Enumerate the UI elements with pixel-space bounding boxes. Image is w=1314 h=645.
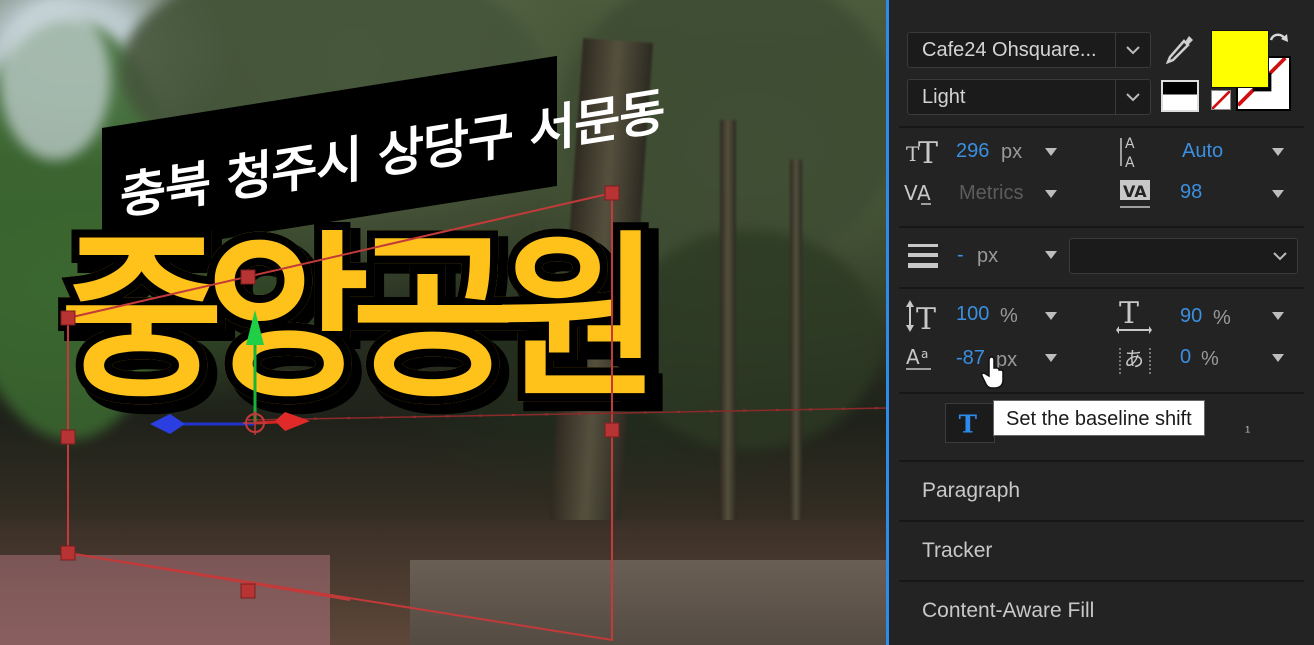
svg-text:A: A xyxy=(1125,136,1135,152)
composition-viewer[interactable]: 충북 청주시 상당구 서문동 중앙공원 중앙공원 xyxy=(0,0,886,645)
baseline-shift-tooltip: Set the baseline shift xyxy=(993,400,1205,436)
tsume-icon: あ xyxy=(1119,347,1151,374)
stroke-option-select[interactable] xyxy=(1069,238,1298,274)
font-size-value[interactable]: 296 xyxy=(956,140,989,163)
font-style-value: Light xyxy=(922,86,966,108)
stroke-width-dropdown-icon[interactable] xyxy=(1044,250,1058,260)
faux-bold-button[interactable]: T xyxy=(945,403,995,443)
paragraph-section-header[interactable]: Paragraph xyxy=(899,460,1304,518)
divider xyxy=(899,226,1304,228)
svg-text:あ: あ xyxy=(1124,347,1144,371)
edge-handle[interactable] xyxy=(240,269,256,285)
tracking-icon: VA xyxy=(1120,180,1150,208)
svg-text:T: T xyxy=(959,410,978,439)
bounding-box xyxy=(67,191,613,642)
tsume-value[interactable]: 0 xyxy=(1180,346,1191,369)
edge-handle[interactable] xyxy=(604,422,620,438)
divider xyxy=(899,392,1304,394)
tsume-unit: % xyxy=(1201,348,1219,370)
vertical-scale-icon: T xyxy=(906,300,936,334)
scrubby-hand-cursor-icon xyxy=(981,356,1004,389)
swap-colors-icon[interactable] xyxy=(1267,30,1291,54)
tracking-value[interactable]: 98 xyxy=(1180,181,1202,204)
stroke-width-icon xyxy=(908,244,938,268)
horizontal-scale-unit: % xyxy=(1213,307,1231,329)
svg-text:T: T xyxy=(918,136,938,169)
divider xyxy=(899,287,1304,289)
baseline-shift-dropdown-icon[interactable] xyxy=(1044,353,1058,363)
stroke-width-value[interactable]: - xyxy=(957,244,964,267)
kerning-icon: V A xyxy=(904,181,931,205)
z-axis-arrow-icon[interactable] xyxy=(150,414,185,434)
content-aware-fill-section-header[interactable]: Content-Aware Fill xyxy=(899,580,1304,638)
transform-overlay[interactable] xyxy=(0,0,886,645)
font-family-select[interactable]: Cafe24 Ohsquare... xyxy=(907,32,1151,68)
tracking-dropdown-icon[interactable] xyxy=(1271,189,1285,199)
font-style-select[interactable]: Light xyxy=(907,79,1151,115)
svg-text:A: A xyxy=(917,181,931,205)
svg-text:a: a xyxy=(921,347,928,361)
horizontal-scale-icon: T xyxy=(1116,298,1152,334)
y-axis-arrow-icon[interactable] xyxy=(246,310,264,345)
edge-handle[interactable] xyxy=(240,583,256,599)
font-size-icon: T T xyxy=(906,136,938,169)
faux-bold-icon: T xyxy=(959,410,978,439)
leading-icon: A A xyxy=(1120,136,1135,170)
leading-dropdown-icon[interactable] xyxy=(1271,147,1285,157)
chevron-down-icon[interactable] xyxy=(1115,80,1150,114)
fill-color-swatch[interactable] xyxy=(1211,30,1269,88)
no-fill-icon[interactable] xyxy=(1211,90,1231,110)
corner-handle[interactable] xyxy=(604,185,620,201)
edge-handle[interactable] xyxy=(60,429,76,445)
corner-handle[interactable] xyxy=(60,310,76,326)
motion-path-line xyxy=(247,407,886,421)
baseline-shift-icon: A a xyxy=(906,345,931,370)
horizontal-scale-dropdown-icon[interactable] xyxy=(1271,311,1285,321)
vertical-scale-value[interactable]: 100 xyxy=(956,303,989,326)
chevron-down-icon[interactable] xyxy=(1263,239,1297,273)
svg-text:T: T xyxy=(916,302,936,334)
character-panel: Cafe24 Ohsquare... Light T T 296 px A A … xyxy=(889,0,1314,645)
corner-handle[interactable] xyxy=(60,545,76,561)
subscript-icon[interactable]: ₁ xyxy=(1245,418,1250,436)
stroke-width-unit: px xyxy=(977,245,999,267)
eyedropper-icon[interactable] xyxy=(1161,30,1199,68)
x-axis-arrow-icon[interactable] xyxy=(275,412,310,431)
kerning-dropdown-icon[interactable] xyxy=(1044,189,1058,199)
svg-text:A: A xyxy=(906,345,920,369)
svg-text:VA: VA xyxy=(1123,182,1147,201)
tracker-section-header[interactable]: Tracker xyxy=(899,520,1304,578)
horizontal-scale-value[interactable]: 90 xyxy=(1180,305,1202,328)
vertical-scale-dropdown-icon[interactable] xyxy=(1044,311,1058,321)
chevron-down-icon[interactable] xyxy=(1115,33,1150,67)
default-colors-icon[interactable] xyxy=(1161,80,1199,112)
font-size-unit: px xyxy=(1001,141,1023,163)
tsume-dropdown-icon[interactable] xyxy=(1271,353,1285,363)
svg-text:T: T xyxy=(1119,298,1139,331)
divider xyxy=(899,126,1304,128)
svg-text:A: A xyxy=(1125,155,1135,170)
svg-text:V: V xyxy=(904,181,918,205)
kerning-value[interactable]: Metrics xyxy=(959,182,1023,205)
font-family-value: Cafe24 Ohsquare... xyxy=(922,39,1097,61)
font-size-dropdown-icon[interactable] xyxy=(1044,147,1058,157)
leading-value[interactable]: Auto xyxy=(1182,140,1223,163)
vertical-scale-unit: % xyxy=(1000,305,1018,327)
